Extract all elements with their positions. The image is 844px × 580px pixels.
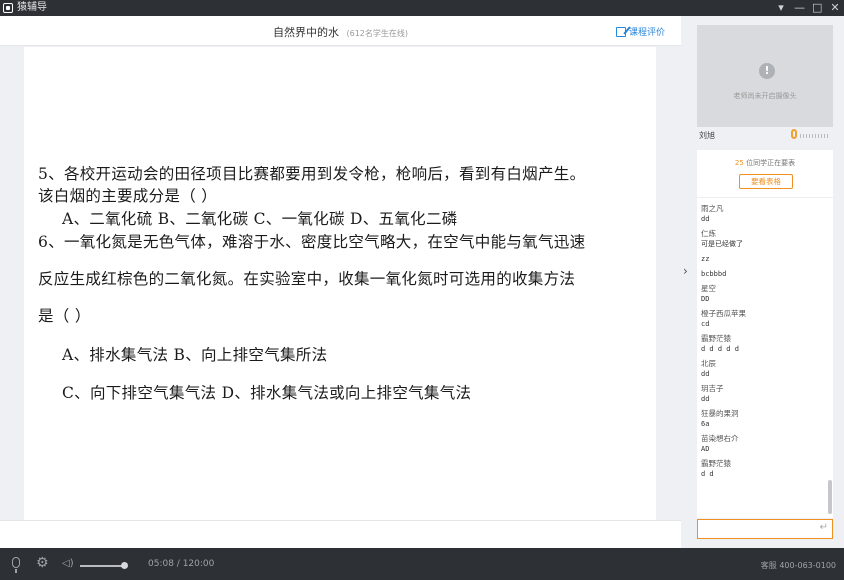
- minimize-icon[interactable]: —: [794, 0, 805, 16]
- chat-message: 仁炼 可是已经做了: [701, 229, 825, 249]
- slide-line: A、排水集气法 B、向上排空气集所法: [62, 346, 328, 364]
- volume-slider[interactable]: [80, 565, 124, 567]
- microphone-icon: [791, 129, 797, 139]
- chat-text: dd: [701, 370, 710, 378]
- chat-text: 6a: [701, 420, 710, 428]
- divider: [697, 197, 833, 198]
- slide-line: 是（ ）: [38, 307, 91, 325]
- chat-input-box: ↵: [697, 519, 833, 539]
- title-bar: 猿辅导 ▾ — □ ✕: [0, 0, 844, 16]
- teacher-name: 刘旭: [699, 131, 715, 140]
- course-title-text: 自然界中的水: [272, 26, 339, 39]
- chat-text: d d d d d: [701, 345, 739, 353]
- chat-message: 霸野茫猿 d d d d d: [701, 334, 825, 354]
- chat-text: DD: [701, 295, 710, 303]
- side-panel: ! 老师尚未开启摄像头 刘旭 25 位同学正在要表 要看表格 雨之凡 dd 仁炼可是…: [695, 16, 844, 548]
- slide-line: 5、各校开运动会的田径项目比赛都要用到发令枪，枪响后，看到有白烟产生。: [38, 165, 586, 183]
- maximize-icon[interactable]: □: [812, 0, 822, 16]
- chat-username: 霸野茫猿: [701, 459, 731, 468]
- chat-text: dd: [701, 215, 710, 223]
- answer-notice: 25 位同学正在要表: [697, 158, 833, 168]
- chat-username: 北辰: [701, 359, 716, 368]
- chat-username: 雨之凡: [701, 204, 724, 213]
- course-header: 自然界中的水 (612名学生在线) 课程评价: [0, 16, 681, 46]
- collapse-panel-button[interactable]: ›: [681, 16, 695, 548]
- player-bar: ⚙ ◁) 05:08 / 120:00 客服 400-063-0100: [0, 548, 844, 580]
- rate-course-button[interactable]: 课程评价: [615, 25, 665, 38]
- chat-username: 玥吉子: [701, 384, 724, 393]
- chat-text: AD: [701, 445, 710, 453]
- alert-icon: !: [759, 63, 775, 79]
- main-area: 自然界中的水 (612名学生在线) 课程评价 5、各校开运动会的田径项目比赛都要…: [0, 16, 681, 548]
- chat-text: bcbbbd: [701, 270, 727, 278]
- chat-message: 北辰 dd: [701, 359, 825, 379]
- chat-input[interactable]: [700, 521, 810, 537]
- chat-message: 狂暴的果泂 6a: [701, 409, 825, 429]
- camera-status: 老师尚未开启摄像头: [733, 92, 797, 100]
- chat-username: 狂暴的果泂: [701, 409, 739, 418]
- chat-message: 星空 DD: [701, 284, 825, 304]
- chat-username: 苗染想右介: [701, 434, 739, 443]
- online-count: (612名学生在线): [346, 29, 408, 38]
- chat-message: 霸野茫猿 d d: [701, 459, 825, 479]
- answer-count: 25: [734, 159, 744, 167]
- audio-level-meter: [800, 134, 830, 138]
- course-title: 自然界中的水 (612名学生在线): [0, 24, 681, 40]
- volume-slider-knob[interactable]: [121, 562, 128, 569]
- view-table-button[interactable]: 要看表格: [739, 174, 793, 189]
- customer-service-phone: 客服 400-063-0100: [760, 561, 836, 570]
- chevron-right-icon: ›: [683, 264, 688, 278]
- chat-text: cd: [701, 320, 710, 328]
- chat-message: bcbbbd: [701, 269, 825, 279]
- slide-line: 该白烟的主要成分是（ ）: [38, 187, 218, 205]
- menu-dropdown-icon[interactable]: ▾: [776, 0, 786, 16]
- chat-message: 玥吉子 dd: [701, 384, 825, 404]
- chat-username: 橙子西瓜苹果: [701, 309, 746, 318]
- chat-message: 雨之凡 dd: [701, 204, 825, 224]
- send-icon[interactable]: ↵: [820, 522, 828, 533]
- chat-text: 可是已经做了: [701, 240, 743, 248]
- chat-username: 霸野茫猿: [701, 334, 731, 343]
- chat-text: dd: [701, 395, 710, 403]
- chat-username: 仁炼: [701, 229, 716, 238]
- teacher-camera: ! 老师尚未开启摄像头: [697, 25, 833, 127]
- chat-messages: 雨之凡 dd 仁炼可是已经做了 zz bcbbbd 星空 DD 橙子西瓜苹果 cd 霸野茫猿 d d…: [701, 204, 825, 484]
- app-logo-icon: [3, 3, 13, 13]
- volume-icon[interactable]: ◁): [62, 558, 74, 569]
- playback-time: 05:08 / 120:00: [148, 559, 215, 569]
- edit-icon: [615, 26, 626, 37]
- close-icon[interactable]: ✕: [830, 0, 840, 16]
- chat-message: zz: [701, 254, 825, 264]
- chat-message: 苗染想右介 AD: [701, 434, 825, 454]
- chat-panel: 25 位同学正在要表 要看表格 雨之凡 dd 仁炼可是已经做了 zz bcbbbd 星空 D…: [697, 150, 833, 518]
- window-controls: ▾ — □ ✕: [776, 0, 840, 16]
- chat-message: 橙子西瓜苹果 cd: [701, 309, 825, 329]
- chat-text: d d: [701, 470, 714, 478]
- slide-line: C、向下排空气集气法 D、排水集气法或向上排空气集气法: [62, 384, 472, 402]
- teacher-info: 刘旭: [695, 126, 844, 146]
- chat-scrollbar[interactable]: [828, 480, 832, 514]
- microphone-icon[interactable]: [12, 557, 20, 573]
- slide-line: A、二氧化硫 B、二氧化碳 C、一氧化碳 D、五氧化二磷: [62, 210, 458, 228]
- app-name: 猿辅导: [17, 2, 47, 13]
- settings-gear-icon[interactable]: ⚙: [36, 556, 49, 570]
- slide-line: 6、一氧化氮是无色气体，难溶于水、密度比空气略大，在空气中能与氧气迅速: [38, 233, 586, 251]
- chat-text: zz: [701, 255, 710, 263]
- answer-notice-text: 位同学正在要表: [743, 159, 796, 167]
- slide-footer: [0, 520, 681, 548]
- slide-line: 反应生成红棕色的二氧化氮。在实验室中，收集一氧化氮时可选用的收集方法: [38, 270, 576, 288]
- rate-course-label: 课程评价: [628, 28, 665, 38]
- slide-content: 5、各校开运动会的田径项目比赛都要用到发令枪，枪响后，看到有白烟产生。 该白烟的…: [24, 47, 656, 520]
- chat-username: 星空: [701, 284, 716, 293]
